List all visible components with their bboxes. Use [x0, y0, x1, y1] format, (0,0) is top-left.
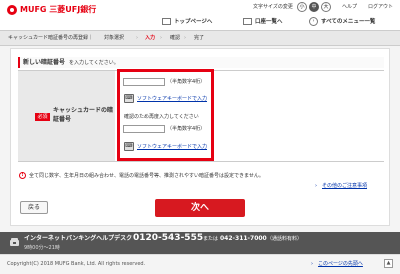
menu-arrow-icon: › — [309, 17, 318, 26]
all-menu-link[interactable]: すべてのメニュー一覧 — [321, 19, 375, 26]
breadcrumb-separator: › — [160, 35, 162, 41]
deposit-list-link[interactable]: 口座一覧へ — [255, 19, 283, 26]
other-notes-link[interactable]: その他のご注意事項 — [322, 183, 367, 189]
breadcrumb-step-select: 対象選択 — [104, 35, 125, 41]
section-instruction: を入力してください。 — [69, 60, 119, 66]
alt-phone-number: 042-311-7000 — [220, 235, 267, 242]
account-list-icon — [243, 18, 252, 25]
top-page-link[interactable]: トップページへ — [174, 19, 212, 26]
alt-prefix: または — [203, 236, 219, 242]
back-button[interactable]: 戻る — [20, 201, 48, 214]
breadcrumb-step-complete: 完了 — [194, 35, 205, 41]
arrow-icon: › — [315, 183, 317, 189]
required-badge: 必須 — [35, 113, 50, 121]
alt-phone-note: （通話料有料） — [267, 236, 303, 242]
breadcrumb-step-confirm: 確認 — [170, 35, 181, 41]
next-button[interactable]: 次へ — [155, 199, 245, 217]
pin-restriction-notice: 全て同じ数字、生年月日の組み合わせ、電話の電話番号等、推測されやすい暗証番号は設… — [29, 173, 264, 179]
breadcrumb-title: キャッシュカード暗証番号の再登録｜ — [8, 35, 94, 41]
text-size-label: 文字サイズの変更 — [253, 4, 293, 10]
warning-icon: ! — [19, 172, 26, 179]
helpdesk-label: インターネットバンキングヘルプデスク — [24, 235, 133, 242]
home-icon — [162, 18, 171, 25]
logout-link[interactable]: ログアウト — [368, 4, 393, 10]
helpdesk-hours: 9時00分〜21時 — [24, 245, 60, 251]
text-size-medium-button[interactable]: 中 — [309, 2, 319, 12]
help-link[interactable]: ヘルプ — [342, 4, 357, 10]
section-title: 新しい暗証番号 — [23, 59, 66, 66]
highlight-box — [117, 69, 214, 161]
breadcrumb-step-input: 入力 — [145, 35, 156, 41]
chevron-up-icon[interactable]: ▲ — [384, 259, 393, 268]
brand-name: MUFG 三菱UFJ銀行 — [20, 5, 97, 14]
text-size-small-button[interactable]: 小 — [297, 2, 307, 12]
breadcrumb-separator: › — [184, 35, 186, 41]
breadcrumb-separator: › — [136, 35, 138, 41]
copyright-text: Copyright(C) 2018 MUFG Bank, Ltd. All ri… — [7, 261, 146, 267]
text-size-large-button[interactable]: 大 — [321, 2, 331, 12]
phone-icon — [10, 238, 19, 246]
freephone-number: 0120-543-555 — [133, 233, 204, 243]
field-label-line1: キャッシュカードの暗 — [53, 107, 114, 114]
arrow-icon: › — [311, 261, 313, 267]
page-top-link[interactable]: このページの先頭へ — [318, 261, 363, 267]
field-label-line2: 証番号 — [53, 116, 72, 123]
mufg-logo-icon — [7, 5, 17, 15]
